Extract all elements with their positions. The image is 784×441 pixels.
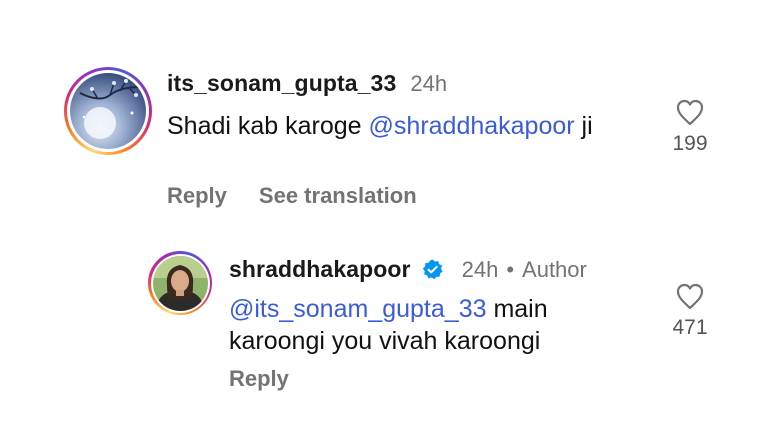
reply-button[interactable]: Reply <box>229 366 289 392</box>
comment-actions: Reply See translation <box>167 183 449 209</box>
like-count: 199 <box>672 132 708 155</box>
reply-button[interactable]: Reply <box>167 183 227 209</box>
comment: its_sonam_gupta_33 24h Shadi kab karoge … <box>0 0 784 230</box>
like-area: 471 <box>660 282 720 340</box>
heart-outline-icon[interactable] <box>675 98 705 126</box>
mention-link[interactable]: @its_sonam_gupta_33 <box>229 295 487 323</box>
night-sky-avatar-image <box>70 73 146 149</box>
like-area: 199 <box>660 98 720 156</box>
comment-text: @its_sonam_gupta_33 main karoongi you vi… <box>229 295 548 355</box>
avatar[interactable] <box>148 251 212 315</box>
author-label: Author <box>522 257 587 282</box>
avatar[interactable] <box>64 67 152 155</box>
timestamp: 24h <box>410 71 448 96</box>
timestamp: 24h <box>461 257 499 282</box>
see-translation-button[interactable]: See translation <box>259 183 417 209</box>
username[interactable]: its_sonam_gupta_33 <box>167 70 396 97</box>
mention-link[interactable]: @shraddhakapoor <box>369 112 575 140</box>
verified-badge-icon <box>422 259 443 280</box>
like-count: 471 <box>672 316 708 339</box>
heart-outline-icon[interactable] <box>675 282 705 310</box>
profile-photo-avatar-image <box>152 255 208 311</box>
reply-comment: shraddhakapoor 24h • Author @its_sonam_g… <box>0 230 784 441</box>
username[interactable]: shraddhakapoor <box>229 256 411 283</box>
comment-meta: shraddhakapoor 24h • Author <box>229 254 587 283</box>
comment-meta: its_sonam_gupta_33 24h <box>167 70 447 97</box>
separator-dot: • <box>506 257 515 282</box>
comment-text: Shadi kab karoge @shraddhakapoor ji <box>167 112 593 140</box>
comment-actions: Reply <box>229 366 321 392</box>
